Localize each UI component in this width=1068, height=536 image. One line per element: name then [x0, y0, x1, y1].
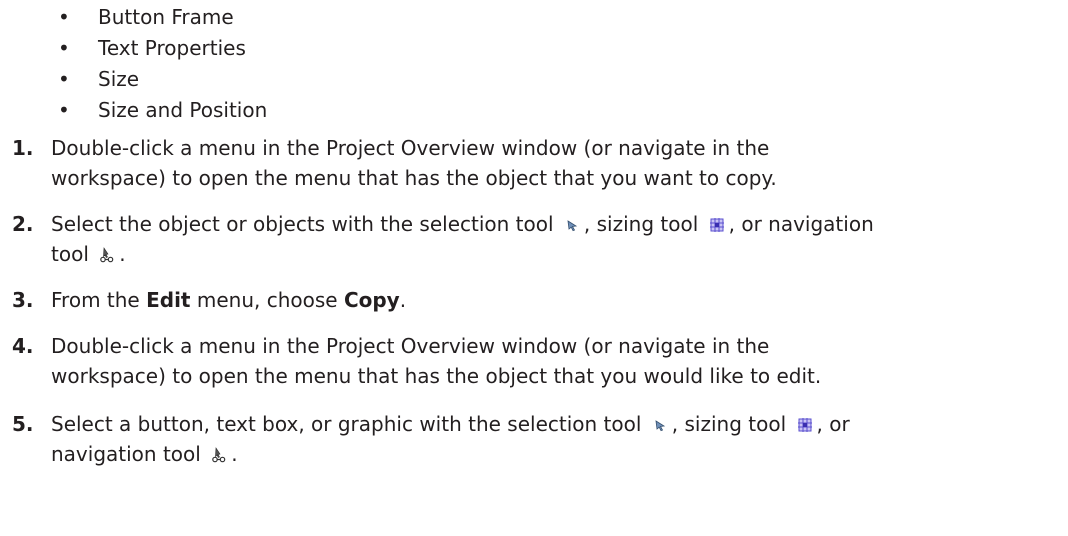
navigation-tool-icon	[99, 241, 115, 263]
bullet-dot: •	[58, 98, 70, 122]
step-text-segment: .	[399, 288, 407, 312]
step-line: navigation tool .	[51, 439, 1051, 469]
step-text: Double-click a menu in the Project Overv…	[51, 331, 1051, 391]
step-text-segment: , sizing tool	[671, 412, 787, 436]
step-text-segment: , or navigation	[728, 212, 874, 236]
step-text-segment: .	[119, 242, 126, 266]
bullet-dot: •	[58, 67, 70, 91]
step-number: 1.	[12, 136, 34, 160]
selection-tool-icon	[564, 211, 580, 232]
bullet-item: • Size	[52, 64, 267, 95]
bullet-text: Size	[98, 67, 140, 91]
step-text-segment: Select the object or objects with the se…	[51, 212, 554, 236]
bullet-item: • Size and Position	[52, 95, 267, 126]
step-text: From the Edit menu, choose Copy.	[51, 285, 1051, 315]
bullet-text: Button Frame	[98, 5, 234, 29]
sizing-tool-icon	[709, 211, 725, 232]
step-line: workspace) to open the menu that has the…	[51, 364, 822, 388]
step-text: Double-click a menu in the Project Overv…	[51, 133, 1051, 193]
step-text: Select the object or objects with the se…	[51, 209, 1051, 269]
step-line: Double-click a menu in the Project Overv…	[51, 136, 770, 160]
step-text-segment: , or	[816, 412, 850, 436]
step-text-segment: , sizing tool	[583, 212, 699, 236]
bullet-list: • Button Frame • Text Properties • Size • Si…	[52, 2, 267, 126]
selection-tool-icon	[652, 411, 668, 432]
step-line: Double-click a menu in the Project Overv…	[51, 334, 770, 358]
step-text-segment: From the	[51, 288, 147, 312]
step-text-segment: menu, choose	[190, 288, 344, 312]
bullet-text: Size and Position	[98, 98, 268, 122]
step-text: Select a button, text box, or graphic wi…	[51, 409, 1051, 469]
step-number: 5.	[12, 412, 34, 436]
bullet-item: • Text Properties	[52, 33, 267, 64]
sizing-tool-icon	[797, 411, 813, 432]
step-text-segment: Select a button, text box, or graphic wi…	[51, 412, 642, 436]
step-number: 2.	[12, 212, 34, 236]
step-line: tool .	[51, 239, 1051, 269]
edit-menu-label: Edit	[146, 288, 191, 312]
step-line: Select a button, text box, or graphic wi…	[51, 409, 1051, 439]
bullet-dot: •	[58, 5, 70, 29]
copy-command-label: Copy	[343, 288, 400, 312]
bullet-text: Text Properties	[98, 36, 246, 60]
step-line: Select the object or objects with the se…	[51, 209, 1051, 239]
bullet-dot: •	[58, 36, 70, 60]
step-text-segment: .	[231, 442, 238, 466]
navigation-tool-icon	[211, 441, 227, 463]
step-number: 3.	[12, 288, 34, 312]
step-number: 4.	[12, 334, 34, 358]
step-text-segment: tool	[51, 242, 89, 266]
step-text-segment: navigation tool	[51, 442, 201, 466]
bullet-item: • Button Frame	[52, 2, 267, 33]
step-line: workspace) to open the menu that has the…	[51, 166, 777, 190]
